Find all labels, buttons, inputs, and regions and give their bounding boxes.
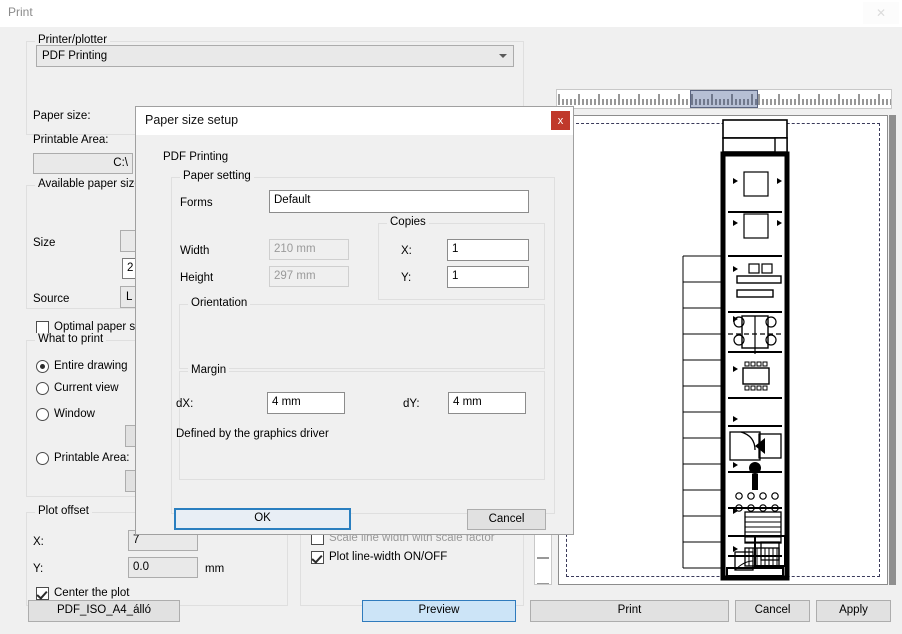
copies-x-label: X: — [401, 245, 412, 257]
width-label: Width — [180, 245, 210, 257]
modal-titlebar: Paper size setup x — [136, 107, 573, 135]
plot-offset-x-label: X: — [33, 536, 44, 548]
floor-plan-drawing — [682, 119, 790, 581]
margin-legend: Margin — [188, 364, 230, 376]
modal-ok-button[interactable]: OK — [174, 508, 351, 530]
paper-setting-legend: Paper setting — [180, 170, 254, 182]
printer-select-value: PDF Printing — [42, 50, 108, 62]
window-close-button[interactable]: ✕ — [863, 2, 899, 24]
printable-area-label: Printable Area: — [33, 134, 109, 146]
preview-button[interactable]: Preview — [362, 600, 516, 622]
apply-button[interactable]: Apply — [816, 600, 891, 622]
print-button[interactable]: Print — [530, 600, 729, 622]
plot-offset-unit: mm — [205, 563, 225, 575]
copies-legend: Copies — [387, 216, 429, 228]
center-the-plot-label: Center the plot — [54, 587, 130, 599]
horizontal-ruler[interactable] — [556, 89, 892, 109]
margin-dx-label: dX: — [176, 398, 194, 410]
window-title: Print — [8, 5, 33, 19]
modal-title: Paper size setup — [145, 113, 239, 127]
forms-select[interactable]: Default — [269, 190, 529, 213]
size-label: Size — [33, 237, 56, 249]
preview-vertical-scrollbar[interactable] — [889, 115, 896, 585]
printable-area-value[interactable]: C:\ — [33, 153, 133, 174]
margin-note: Defined by the graphics driver — [176, 428, 329, 440]
radio-entire-drawing[interactable] — [36, 360, 49, 373]
copies-y-label: Y: — [401, 272, 412, 284]
modal-device-name: PDF Printing — [163, 151, 229, 163]
paper-size-setup-dialog: Paper size setup x PDF Printing Paper se… — [135, 106, 574, 535]
paper-preset-button[interactable]: PDF_ISO_A4_álló — [28, 600, 180, 622]
radio-entire-drawing-label: Entire drawing — [54, 360, 128, 372]
margin-dy-field[interactable]: 4 mm — [448, 392, 526, 414]
radio-window[interactable] — [36, 408, 49, 421]
modal-cancel-button[interactable]: Cancel — [467, 509, 546, 530]
what-to-print-legend: What to print — [35, 333, 107, 345]
height-label: Height — [180, 272, 214, 284]
plot-line-width-checkbox[interactable] — [311, 551, 324, 564]
forms-select-value: Default — [274, 194, 311, 206]
copies-group: Copies — [378, 216, 545, 300]
center-the-plot-checkbox[interactable] — [36, 587, 49, 600]
plot-offset-y-field[interactable]: 0.0 — [128, 557, 198, 578]
orientation-legend: Orientation — [188, 297, 251, 309]
width-field: 210 mm — [269, 239, 349, 260]
source-label: Source — [33, 293, 70, 305]
printer-select[interactable]: PDF Printing — [36, 45, 514, 67]
forms-label: Forms — [180, 197, 213, 209]
footer-cancel-button[interactable]: Cancel — [735, 600, 810, 622]
modal-close-button[interactable]: x — [551, 111, 570, 130]
radio-current-view[interactable] — [36, 382, 49, 395]
radio-printable-area[interactable] — [36, 452, 49, 465]
ruler-selection-thumb[interactable] — [690, 90, 758, 108]
source-select-value: L — [126, 291, 133, 303]
modal-body: PDF Printing Paper setting Forms Default… — [136, 135, 573, 534]
window-titlebar: Print ✕ — [0, 0, 902, 27]
print-dialog-window: Print ✕ Printer/plotter PDF Printing Pap… — [0, 0, 902, 634]
paper-size-label: Paper size: — [33, 110, 91, 122]
radio-current-view-label: Current view — [54, 382, 119, 394]
margin-group: Margin — [179, 364, 545, 480]
height-field: 297 mm — [269, 266, 349, 287]
ruler-thumb-ticks — [691, 94, 757, 105]
copies-y-field[interactable]: 1 — [447, 266, 529, 288]
margin-dx-field[interactable]: 4 mm — [267, 392, 345, 414]
plot-offset-y-label: Y: — [33, 563, 44, 575]
plot-offset-legend: Plot offset — [35, 505, 92, 517]
margin-dy-label: dY: — [403, 398, 420, 410]
preview-sheet[interactable] — [558, 115, 888, 585]
chevron-down-icon — [499, 54, 507, 59]
copies-x-field[interactable]: 1 — [447, 239, 529, 261]
print-preview-pane — [526, 55, 902, 600]
radio-printable-area-label: Printable Area: — [54, 452, 130, 464]
available-paper-sizes-legend: Available paper sizes — [35, 178, 150, 190]
plot-line-width-label: Plot line-width ON/OFF — [329, 551, 448, 563]
radio-window-label: Window — [54, 408, 95, 420]
orientation-group: Orientation — [179, 297, 545, 369]
